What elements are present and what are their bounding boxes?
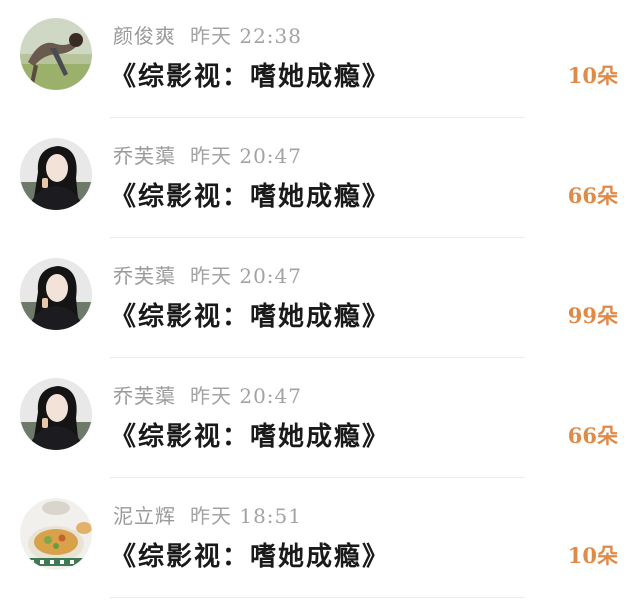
portrait-avatar-icon — [20, 258, 92, 330]
avatar[interactable] — [20, 138, 92, 210]
divider — [110, 117, 525, 118]
avatar[interactable] — [20, 378, 92, 450]
user-name[interactable]: 乔芙蕖 昨天 20:47 — [113, 140, 302, 169]
flower-count: 66朵 — [567, 183, 618, 208]
flower-count: 99朵 — [567, 303, 618, 328]
divider — [110, 237, 525, 238]
user-name[interactable]: 乔芙蕖 昨天 20:47 — [113, 380, 302, 409]
portrait-avatar-icon — [20, 138, 92, 210]
flower-count: 10朵 — [567, 63, 618, 88]
avatar[interactable] — [20, 258, 92, 330]
list-item[interactable]: 泥立辉 昨天 18:51 《综影视：嗜她成瘾》 10朵 — [0, 480, 640, 600]
user-name[interactable]: 泥立辉 昨天 18:51 — [113, 500, 302, 529]
food-avatar-icon — [20, 498, 92, 570]
portrait-avatar-icon — [20, 378, 92, 450]
comment-list: 颜俊爽 昨天 22:38 《综影视：嗜她成瘾》 10朵 乔芙蕖 昨天 20:47 《… — [0, 0, 640, 613]
landscape-avatar-icon — [20, 18, 92, 90]
divider — [110, 477, 525, 478]
avatar[interactable] — [20, 18, 92, 90]
comment-title: 《综影视：嗜她成瘾》 — [110, 62, 391, 92]
timestamp: 昨天 20:47 — [190, 144, 302, 168]
timestamp: 昨天 20:47 — [190, 264, 302, 288]
flower-count: 10朵 — [567, 543, 618, 568]
comment-title: 《综影视：嗜她成瘾》 — [110, 422, 391, 452]
user-name[interactable]: 颜俊爽 昨天 22:38 — [113, 20, 302, 49]
user-name[interactable]: 乔芙蕖 昨天 20:47 — [113, 260, 302, 289]
avatar[interactable] — [20, 498, 92, 570]
divider — [110, 597, 525, 598]
timestamp: 昨天 22:38 — [190, 24, 302, 48]
list-item[interactable]: 乔芙蕖 昨天 20:47 《综影视：嗜她成瘾》 66朵 — [0, 360, 640, 480]
list-item[interactable]: 乔芙蕖 昨天 20:47 《综影视：嗜她成瘾》 66朵 — [0, 120, 640, 240]
list-item[interactable]: 颜俊爽 昨天 22:38 《综影视：嗜她成瘾》 10朵 — [0, 0, 640, 120]
timestamp: 昨天 20:47 — [190, 384, 302, 408]
flower-count: 66朵 — [567, 423, 618, 448]
divider — [110, 357, 525, 358]
comment-title: 《综影视：嗜她成瘾》 — [110, 302, 391, 332]
comment-title: 《综影视：嗜她成瘾》 — [110, 542, 391, 572]
timestamp: 昨天 18:51 — [190, 504, 302, 528]
list-item[interactable]: 乔芙蕖 昨天 20:47 《综影视：嗜她成瘾》 99朵 — [0, 240, 640, 360]
comment-title: 《综影视：嗜她成瘾》 — [110, 182, 391, 212]
